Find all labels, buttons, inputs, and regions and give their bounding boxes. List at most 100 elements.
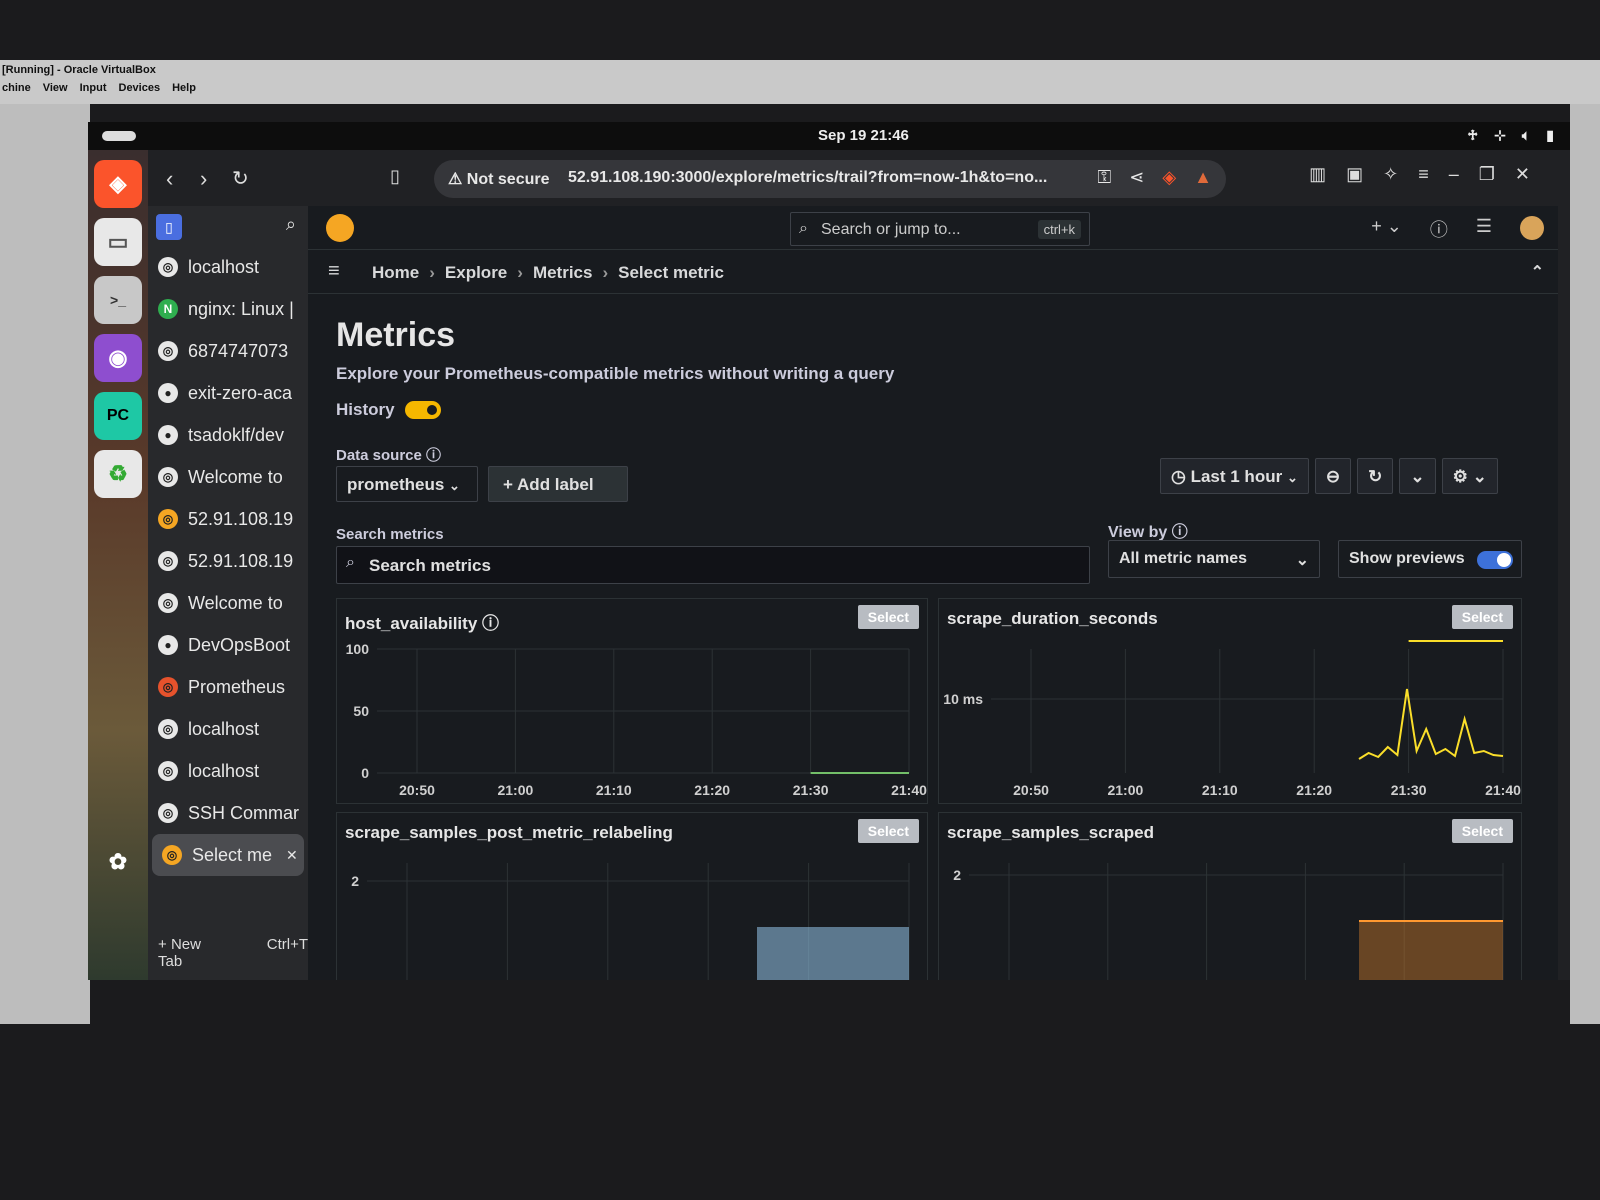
- tab-item[interactable]: ◎ Welcome to: [148, 456, 308, 498]
- trash-icon[interactable]: ♻: [94, 450, 142, 498]
- new-tab-button[interactable]: + New Tab Ctrl+T: [158, 936, 308, 970]
- y-tick-label: 2: [351, 873, 359, 889]
- zoom-out-button[interactable]: ⊖: [1314, 458, 1352, 494]
- datasource-select[interactable]: prometheus ⌄: [336, 466, 478, 502]
- chevron-up-icon[interactable]: ⌃: [1531, 262, 1544, 282]
- volume-icon[interactable]: 🔈︎: [1522, 127, 1530, 144]
- battery-icon[interactable]: ▮: [1546, 127, 1554, 144]
- window-controls: ▥ ▣ ✧ ≡ – ❐ ✕: [1309, 164, 1530, 185]
- tab-item[interactable]: ◎ 52.91.108.19: [148, 540, 308, 582]
- select-metric-button[interactable]: Select: [857, 605, 919, 629]
- tab-item[interactable]: ● tsadoklf/dev: [148, 414, 308, 456]
- tab-item[interactable]: ◎ 52.91.108.19: [148, 498, 308, 540]
- tab-item[interactable]: ● exit-zero-aca: [148, 372, 308, 414]
- select-metric-button[interactable]: Select: [1451, 605, 1513, 629]
- select-metric-button[interactable]: Select: [1451, 819, 1513, 843]
- vbox-menu-view[interactable]: View: [43, 82, 68, 94]
- add-label-button[interactable]: + Add label: [488, 466, 628, 502]
- pycharm-icon[interactable]: PC: [94, 392, 142, 440]
- info-icon[interactable]: ⓘ: [1172, 524, 1188, 541]
- tab-item[interactable]: ◎ Prometheus: [148, 666, 308, 708]
- clock[interactable]: Sep 19 21:46: [818, 127, 909, 144]
- vm-left-border: [0, 104, 90, 1024]
- globe-icon: ◎: [158, 593, 178, 613]
- forward-icon[interactable]: ›: [200, 166, 207, 192]
- global-search-input[interactable]: ⌕ Search or jump to... ctrl+k: [790, 212, 1090, 246]
- not-secure-badge[interactable]: ⚠ Not secure: [448, 169, 550, 189]
- menu-icon[interactable]: ≡: [1418, 164, 1429, 185]
- x-tick-label: 20:50: [399, 782, 435, 798]
- bar-series: [757, 927, 909, 980]
- vbox-menu-machine[interactable]: chine: [2, 82, 31, 94]
- panel-title: scrape_duration_seconds: [947, 609, 1158, 628]
- key-icon[interactable]: ⚿: [1098, 167, 1112, 188]
- accessibility-icon[interactable]: ♱: [1467, 127, 1478, 144]
- search-metrics-input[interactable]: Search metrics: [336, 546, 1090, 584]
- grafana-logo-icon[interactable]: [326, 214, 354, 242]
- add-new-icon[interactable]: + ⌄: [1371, 216, 1402, 242]
- tabs-sidebar-toggle-icon[interactable]: ▯: [156, 214, 182, 240]
- search-icon: ⌕: [799, 220, 808, 237]
- close-icon[interactable]: ✕: [1515, 164, 1530, 185]
- help-icon[interactable]: ⓘ: [1430, 216, 1448, 242]
- info-icon[interactable]: ⓘ: [482, 614, 499, 633]
- show-previews-toggle[interactable]: [1477, 551, 1513, 569]
- brave-shields-icon[interactable]: ◈: [1162, 167, 1176, 188]
- tab-item[interactable]: ◎ localhost: [148, 246, 308, 288]
- refresh-button[interactable]: ↻: [1357, 458, 1394, 494]
- back-icon[interactable]: ‹: [166, 166, 173, 192]
- settings-button[interactable]: ⚙ ⌄: [1441, 458, 1498, 494]
- network-icon[interactable]: ⊹: [1494, 127, 1506, 144]
- view-by-select[interactable]: All metric names ⌄: [1108, 540, 1320, 578]
- refresh-interval-button[interactable]: ⌄: [1399, 458, 1436, 494]
- tab-item[interactable]: ◎ localhost: [148, 708, 308, 750]
- url-text[interactable]: 52.91.108.190:3000/explore/metrics/trail…: [568, 169, 1047, 187]
- sidebar-icon[interactable]: ▥: [1309, 164, 1326, 185]
- bookmark-icon[interactable]: ▯: [390, 166, 400, 187]
- wallet-icon[interactable]: ▣: [1346, 164, 1363, 185]
- vbox-menu-help[interactable]: Help: [172, 82, 196, 94]
- not-secure-label: Not secure: [466, 171, 550, 188]
- tab-label: localhost: [188, 760, 260, 781]
- tab-close-icon[interactable]: ✕: [286, 847, 298, 864]
- tab-item[interactable]: Nnginx: Linux |: [148, 288, 308, 330]
- breadcrumb-home[interactable]: Home: [372, 263, 419, 283]
- extensions-icon[interactable]: ✧: [1383, 164, 1398, 185]
- info-icon[interactable]: ⓘ: [426, 447, 441, 464]
- vbox-menu-input[interactable]: Input: [80, 82, 107, 94]
- tab-item[interactable]: ◎ localhost: [148, 750, 308, 792]
- files-icon[interactable]: ▭: [94, 218, 142, 266]
- user-avatar[interactable]: [1520, 216, 1544, 240]
- activities-button[interactable]: [102, 131, 136, 141]
- history-label: History: [336, 400, 395, 419]
- system-tray[interactable]: ♱ ⊹ 🔈︎ ▮: [1467, 127, 1554, 144]
- minimize-icon[interactable]: –: [1449, 164, 1459, 185]
- tab-item[interactable]: ◎ 6874747073: [148, 330, 308, 372]
- vbox-menu-devices[interactable]: Devices: [119, 82, 161, 94]
- tab-item[interactable]: ● DevOpsBoot: [148, 624, 308, 666]
- github-desktop-icon[interactable]: ◉: [94, 334, 142, 382]
- news-feed-icon[interactable]: ☰: [1476, 216, 1492, 242]
- tab-item-active[interactable]: ◎ Select me ✕: [152, 834, 304, 876]
- address-bar[interactable]: ⚠ Not secure 52.91.108.190:3000/explore/…: [434, 160, 1226, 198]
- brave-icon[interactable]: ◈: [94, 160, 142, 208]
- new-tab-shortcut: Ctrl+T: [266, 936, 308, 953]
- menu-toggle-icon[interactable]: ≡: [328, 260, 340, 283]
- tab-item[interactable]: ◎ SSH Commar: [148, 792, 308, 834]
- time-range-picker[interactable]: ◷ Last 1 hour ⌄: [1160, 458, 1309, 494]
- tab-search-icon[interactable]: ⌕: [286, 214, 296, 235]
- history-toggle[interactable]: [404, 401, 441, 419]
- breadcrumb-explore[interactable]: Explore: [445, 263, 507, 283]
- metric-panel-scrape-samples-post: scrape_samples_post_metric_relabeling Se…: [336, 812, 928, 980]
- ubuntu-apps-icon[interactable]: ✿: [94, 838, 142, 886]
- x-tick-label: 21:30: [1391, 782, 1427, 798]
- breadcrumb-metrics[interactable]: Metrics: [533, 263, 593, 283]
- terminal-icon[interactable]: >_: [94, 276, 142, 324]
- tab-item[interactable]: ◎ Welcome to: [148, 582, 308, 624]
- select-metric-button[interactable]: Select: [857, 819, 919, 843]
- y-tick-label: 2: [953, 867, 961, 883]
- maximize-icon[interactable]: ❐: [1479, 164, 1495, 185]
- brave-rewards-icon[interactable]: ▲: [1194, 167, 1212, 188]
- share-icon[interactable]: ⋖: [1129, 167, 1144, 188]
- reload-icon[interactable]: ↻: [232, 166, 249, 191]
